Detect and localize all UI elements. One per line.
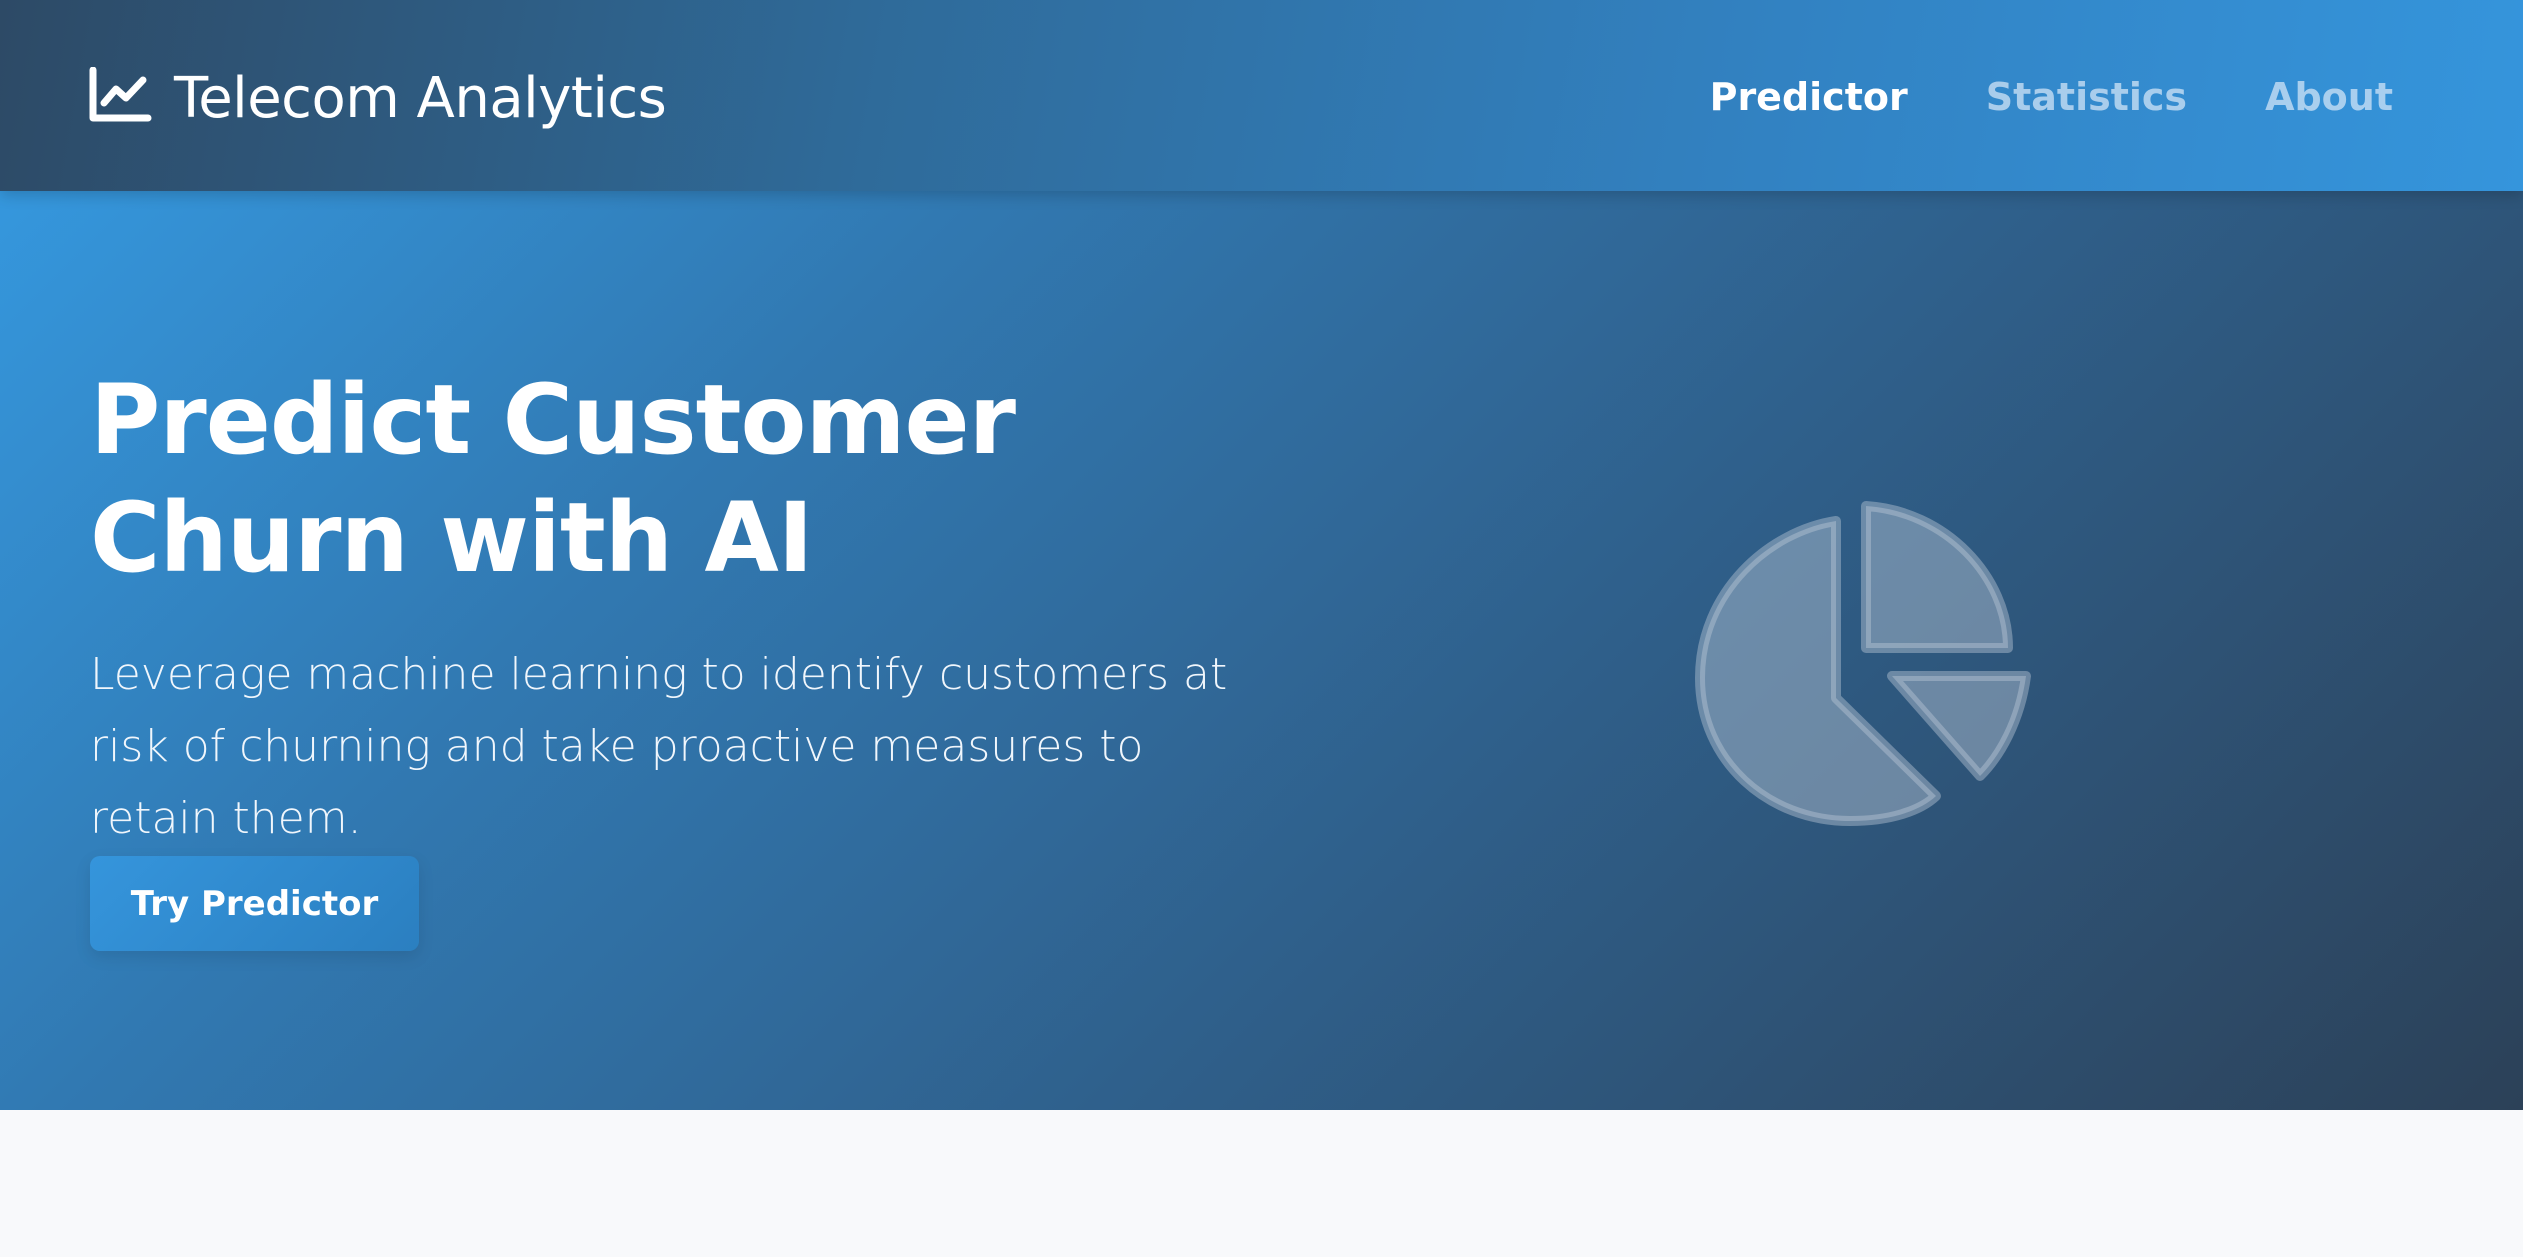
hero-section: Predict Customer Churn with AI Leverage …	[0, 191, 2523, 1110]
nav-link-predictor[interactable]: Predictor	[1710, 70, 1908, 124]
nav-links: Predictor Statistics About	[1632, 70, 2393, 124]
page-content-area	[0, 1110, 2523, 1257]
hero-subtitle: Leverage machine learning to identify cu…	[90, 649, 1228, 844]
try-predictor-button[interactable]: Try Predictor	[90, 856, 419, 951]
nav-link-about[interactable]: About	[2265, 70, 2393, 124]
top-navbar: Telecom Analytics Predictor Statistics A…	[0, 0, 2523, 191]
chart-line-icon	[88, 66, 174, 129]
brand-title: Telecom Analytics	[174, 65, 667, 131]
nav-link-statistics[interactable]: Statistics	[1986, 70, 2187, 124]
hero-title: Predict Customer Churn with AI	[90, 364, 1016, 594]
brand[interactable]: Telecom Analytics	[88, 62, 667, 134]
